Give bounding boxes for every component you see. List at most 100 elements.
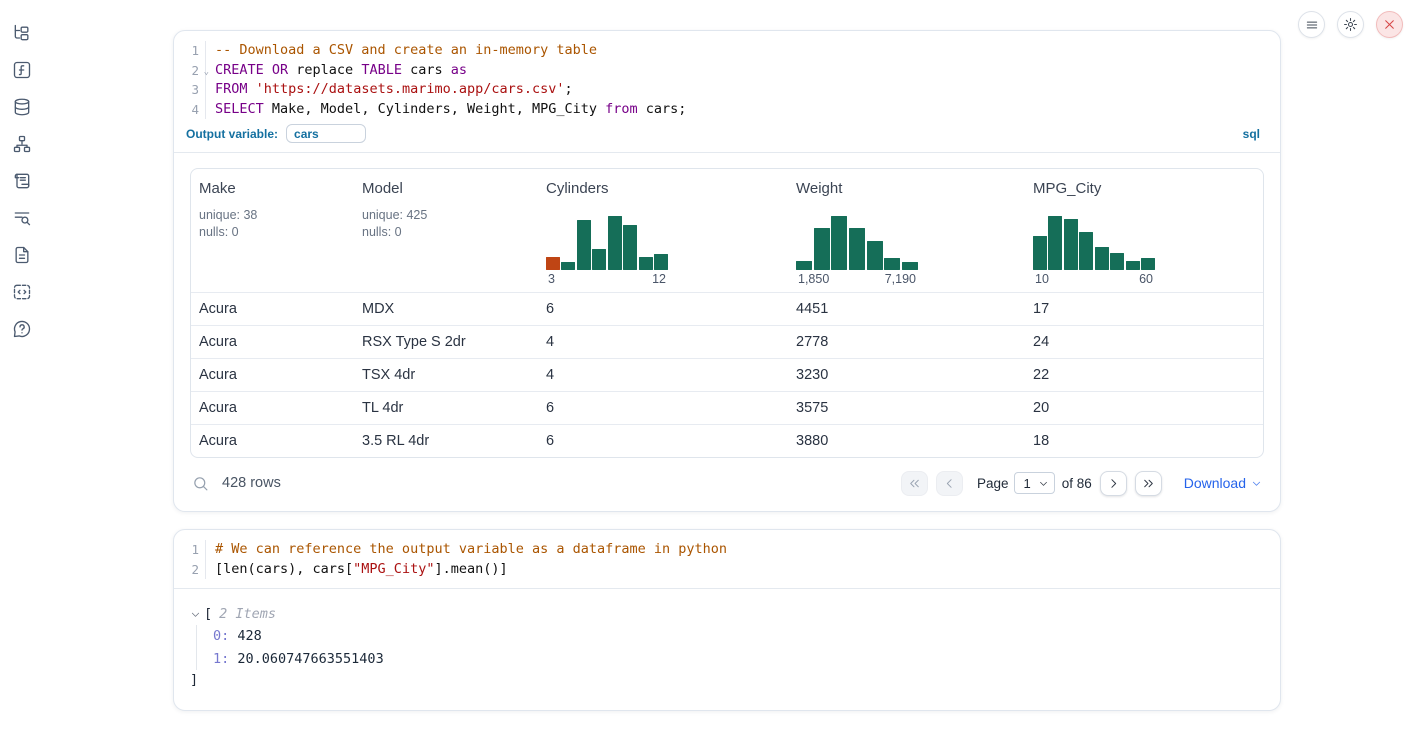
next-page-button[interactable] [1100, 471, 1127, 496]
dependency-graph-icon[interactable] [11, 133, 33, 155]
column-name: Cylinders [546, 180, 780, 197]
code-line[interactable]: 1-- Download a CSV and create an in-memo… [178, 41, 1268, 61]
page-label: Page [977, 476, 1009, 491]
row-count: 428 rows [222, 475, 281, 491]
code-line[interactable]: 3FROM 'https://datasets.marimo.app/cars.… [178, 80, 1268, 100]
shutdown-x-icon[interactable] [1376, 11, 1403, 38]
left-sidebar [0, 14, 44, 340]
first-page-button[interactable] [901, 471, 928, 496]
histogram-bar [884, 258, 900, 270]
snippets-icon[interactable] [11, 281, 33, 303]
column-header-make[interactable]: Make unique: 38nulls: 0 [191, 169, 354, 292]
table-cell: TSX 4dr [354, 367, 538, 383]
code-line[interactable]: 4SELECT Make, Model, Cylinders, Weight, … [178, 100, 1268, 120]
table-cell: 4 [538, 367, 788, 383]
histogram-bar [1048, 216, 1062, 270]
histogram-bar [902, 262, 918, 270]
page-select[interactable]: 1 [1014, 472, 1054, 494]
table-cell: TL 4dr [354, 400, 538, 416]
chevron-down-icon [1251, 478, 1262, 489]
code-line[interactable]: 2[len(cars), cars["MPG_City"].mean()] [178, 560, 1268, 580]
code-line[interactable]: 1# We can reference the output variable … [178, 540, 1268, 560]
table-cell: Acura [191, 433, 354, 449]
table-footer: 428 rows Page 1 of 86 [190, 469, 1264, 497]
table-cell: RSX Type S 2dr [354, 334, 538, 350]
tree-entry-value: 20.060747663551403 [229, 651, 383, 667]
table-cell: 3575 [788, 400, 1025, 416]
table-row: Acura3.5 RL 4dr6388018 [191, 424, 1263, 457]
collapse-chevron-icon[interactable] [190, 609, 201, 620]
histogram-bar [1033, 236, 1047, 270]
column-header-model[interactable]: Modelunique: 425nulls: 0 [354, 169, 538, 292]
table-cell: Acura [191, 367, 354, 383]
column-name: Model [362, 180, 530, 197]
sql-code-area[interactable]: 1-- Download a CSV and create an in-memo… [178, 41, 1268, 119]
table-cell: 6 [538, 400, 788, 416]
database-icon[interactable] [11, 96, 33, 118]
download-button[interactable]: Download [1184, 475, 1262, 491]
tree-entry-key: 0: [213, 628, 229, 644]
histogram-bar [849, 228, 865, 270]
table-cell: 6 [538, 301, 788, 317]
line-number: 4 [178, 100, 206, 120]
line-number: 1 [178, 540, 206, 560]
python-cell-output: [ 2 Items 0: 4281: 20.060747663551403 ] [174, 589, 1280, 710]
language-badge[interactable]: sql [1243, 127, 1260, 141]
column-histogram: 10 60 [1033, 216, 1155, 286]
hist-max-label: 60 [1139, 272, 1153, 286]
code-line[interactable]: 2⌄CREATE OR replace TABLE cars as [178, 61, 1268, 81]
histogram-bar [639, 257, 653, 271]
hist-max-label: 12 [652, 272, 666, 286]
tree-entry-value: 428 [229, 628, 262, 644]
document-icon[interactable] [11, 244, 33, 266]
table-cell: 24 [1025, 334, 1263, 350]
line-number: 2 [178, 560, 206, 580]
histogram-bar [1064, 219, 1078, 270]
line-number: 3 [178, 80, 206, 100]
close-bracket: ] [190, 670, 1264, 690]
sql-editor[interactable]: 1-- Download a CSV and create an in-memo… [174, 31, 1280, 153]
histogram-bar [1079, 232, 1093, 270]
page-total-label: of 86 [1062, 476, 1092, 491]
hist-min-label: 10 [1035, 272, 1049, 286]
text-search-icon[interactable] [11, 207, 33, 229]
column-stats: unique: 38nulls: 0 [199, 207, 346, 240]
gear-icon[interactable] [1337, 11, 1364, 38]
python-editor[interactable]: 1# We can reference the output variable … [174, 530, 1280, 589]
column-name: Make [199, 180, 346, 197]
python-code-area[interactable]: 1# We can reference the output variable … [178, 540, 1268, 579]
search-icon[interactable] [192, 475, 209, 492]
histogram-bar [546, 257, 560, 271]
pagination: Page 1 of 86 Download [893, 471, 1262, 496]
tree-root-line: [ 2 Items [190, 606, 1264, 622]
histogram-bar [654, 254, 668, 270]
table-cell: 20 [1025, 400, 1263, 416]
open-bracket: [ [204, 606, 212, 622]
table-cell: 3.5 RL 4dr [354, 433, 538, 449]
last-page-button[interactable] [1135, 471, 1162, 496]
scroll-icon[interactable] [11, 170, 33, 192]
menu-icon[interactable] [1298, 11, 1325, 38]
column-header-weight[interactable]: Weight1,8507,190 [788, 169, 1025, 292]
column-name: Weight [796, 180, 1017, 197]
column-header-mpg_city[interactable]: MPG_City 10 60 [1025, 169, 1263, 292]
output-variable-input[interactable] [286, 124, 366, 143]
previous-page-button[interactable] [936, 471, 963, 496]
histogram-bar [623, 225, 637, 270]
table-cell: 3880 [788, 433, 1025, 449]
file-tree-icon[interactable] [11, 22, 33, 44]
help-icon[interactable] [11, 318, 33, 340]
table-cell: MDX [354, 301, 538, 317]
output-variable-label: Output variable: [186, 127, 278, 141]
line-number: 1 [178, 41, 206, 61]
table-cell: 3230 [788, 367, 1025, 383]
tree-entry-key: 1: [213, 651, 229, 667]
function-icon[interactable] [11, 59, 33, 81]
chevron-down-icon [1038, 478, 1049, 489]
column-header-cylinders[interactable]: Cylinders 312 [538, 169, 788, 292]
column-histogram: 312 [546, 216, 668, 286]
column-name: MPG_City [1033, 180, 1255, 197]
histogram-bar [561, 262, 575, 270]
table-cell: 4451 [788, 301, 1025, 317]
hist-max-label: 7,190 [885, 272, 916, 286]
